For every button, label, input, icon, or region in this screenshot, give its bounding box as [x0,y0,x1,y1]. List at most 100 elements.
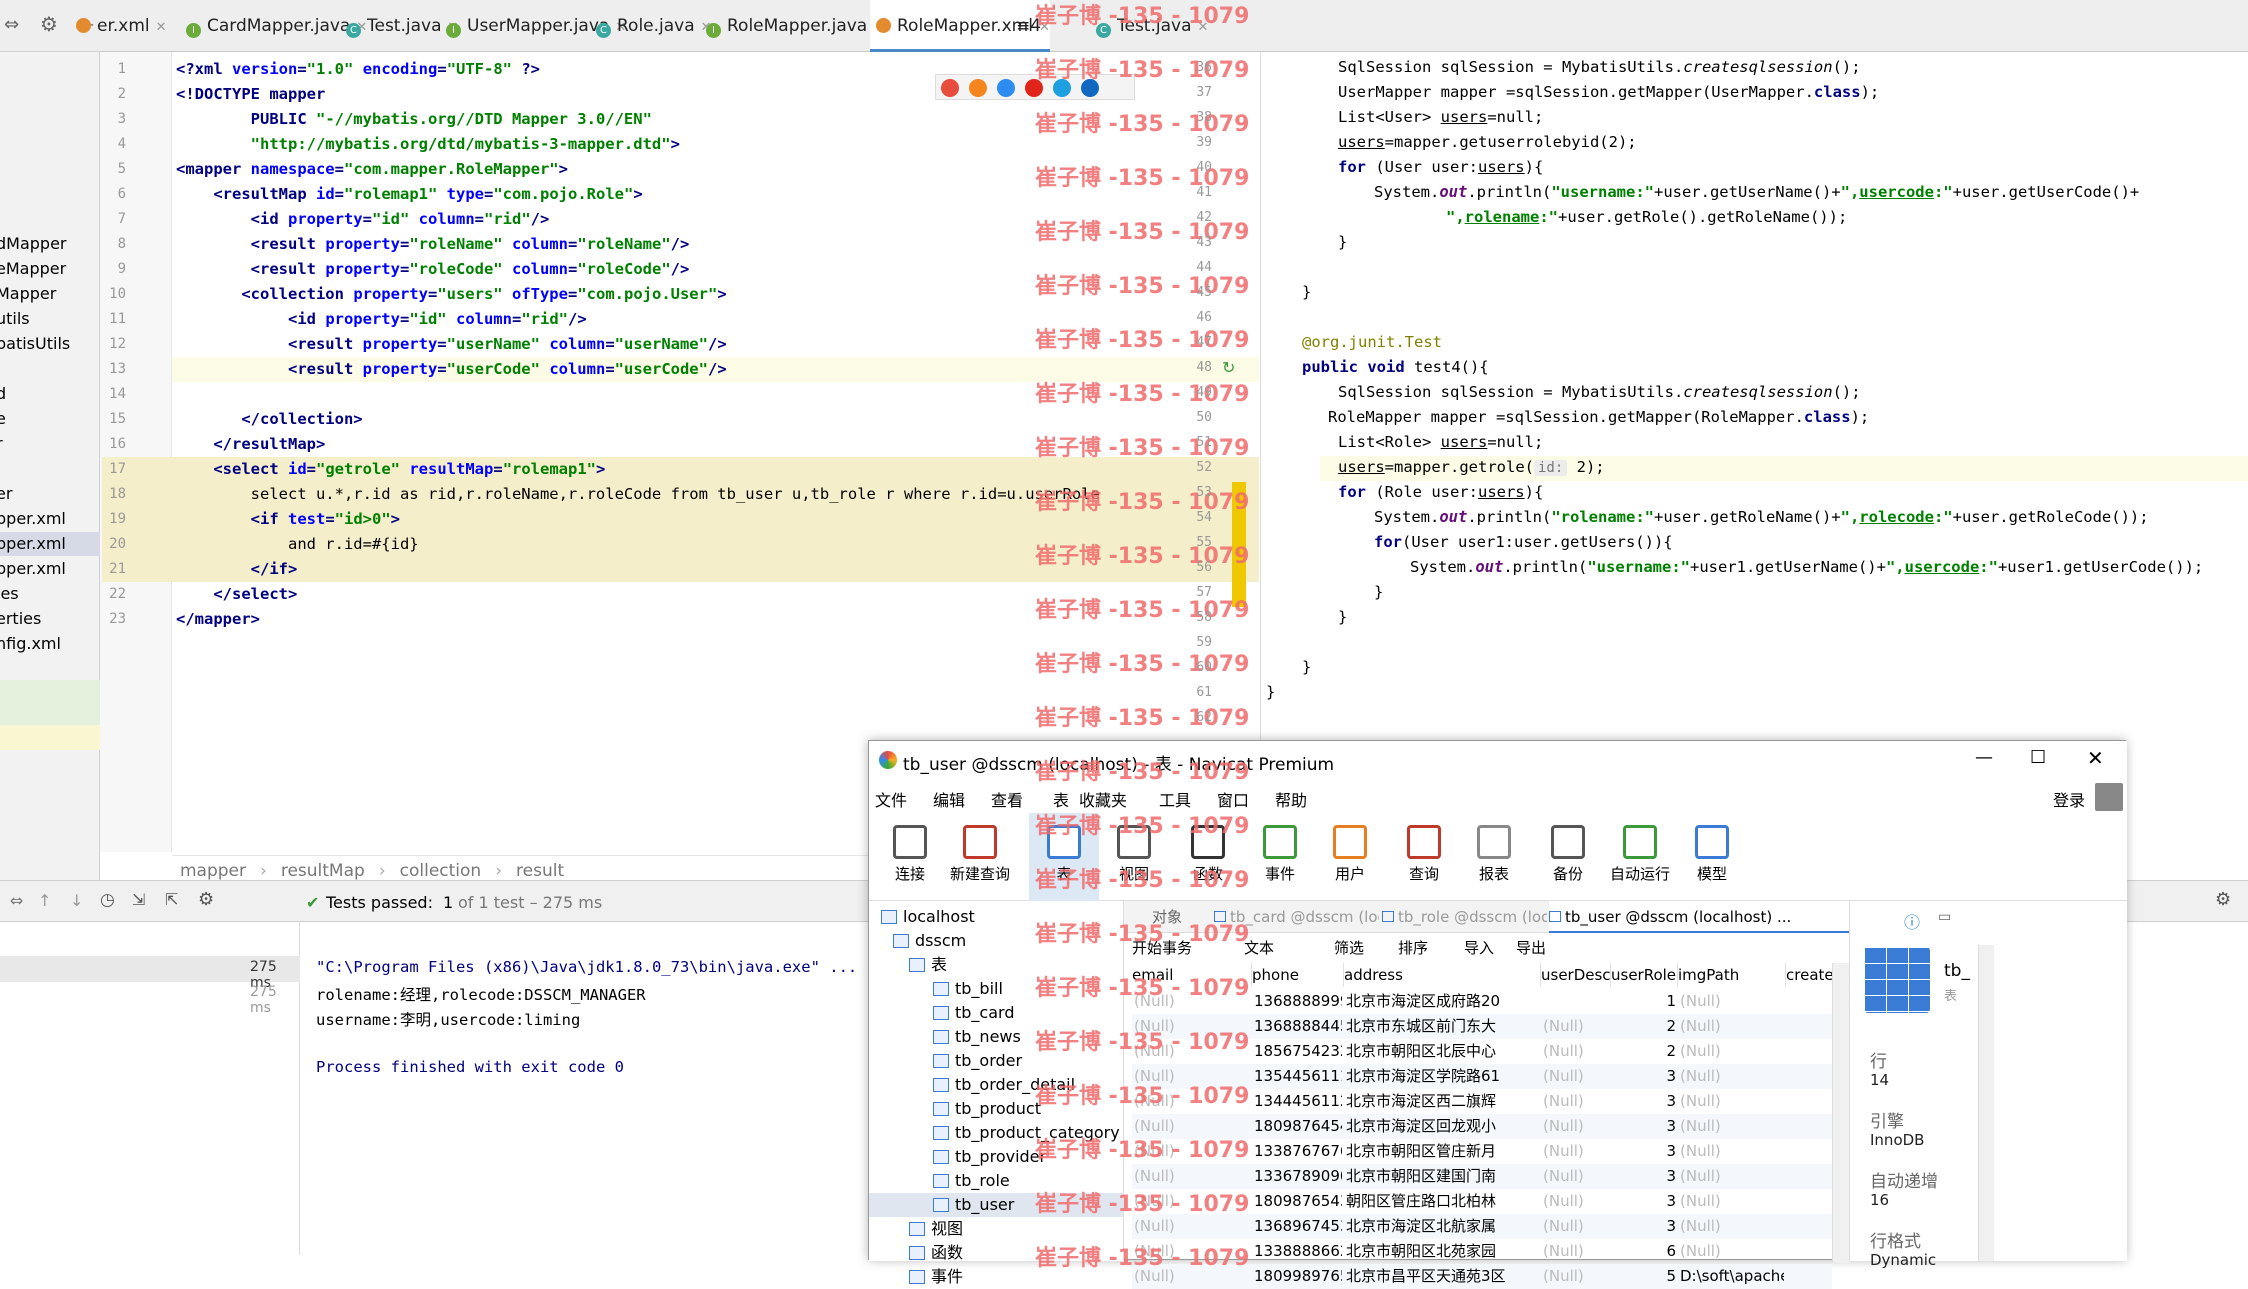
close-button[interactable]: ✕ [2087,746,2104,770]
toolbar-9[interactable]: 备份 [1533,813,1603,901]
grid-cell[interactable]: 3 [1613,1089,1676,1114]
grid-cell[interactable]: 2 [1613,1039,1676,1064]
up-arrow-icon[interactable]: ↑ [38,891,51,910]
info-icon[interactable]: ⓘ [1904,909,1920,933]
tree-dsscm[interactable]: dsscm [893,929,966,953]
tree-table[interactable]: tb_news [933,1025,1021,1049]
grid-cell[interactable]: 北京市东城区前门东大 [1346,1014,1539,1039]
run-test-icon[interactable]: ↻ [1222,358,1235,377]
grid-cell[interactable]: 13689674534 [1254,1214,1342,1239]
project-item[interactable]: e [0,407,100,431]
menu-2[interactable]: 查看 [991,787,1023,811]
grid-cell[interactable]: (Null) [1543,1064,1609,1089]
grid-cell[interactable]: (Null) [1680,1139,1784,1164]
grid-cell[interactable]: 6 [1613,1239,1676,1264]
gear-icon[interactable]: ⚙ [40,12,58,36]
grid-cell[interactable]: (Null) [1680,1014,1784,1039]
grid-cell[interactable]: 13444561124 [1254,1089,1342,1114]
menu-7[interactable]: 帮助 [1275,787,1307,811]
project-item[interactable]: r [0,432,100,456]
grid-cell[interactable]: (Null) [1680,1039,1784,1064]
grid-cell[interactable]: 3 [1613,1189,1676,1214]
grid-cell[interactable]: 北京市海淀区北航家属 [1346,1214,1539,1239]
grid-cell[interactable]: (Null) [1680,989,1784,1014]
close-icon[interactable]: ✕ [156,20,167,35]
grid-cell[interactable]: (Null) [1680,1064,1784,1089]
grid-cell[interactable]: (Null) [1543,1214,1609,1239]
project-item[interactable]: erties [0,607,100,631]
chrome-icon[interactable] [941,79,959,97]
tree-table[interactable]: tb_role [933,1169,1010,1193]
project-item[interactable]: pper.xml [0,507,100,531]
grid-cell[interactable]: (Null) [1543,1264,1609,1289]
grid-cell[interactable]: 北京市海淀区西二旗辉 [1346,1089,1539,1114]
project-item[interactable]: pper.xml [0,557,100,581]
tab-5[interactable]: IRoleMapper.java✕ [700,0,884,52]
toolbar-1[interactable]: 新建查询 [945,813,1015,901]
column-header[interactable]: phone [1252,963,1344,987]
tree-table[interactable]: tb_provider [933,1145,1046,1169]
down-arrow-icon[interactable]: ↓ [70,891,83,910]
grid-cell[interactable]: (Null) [1680,1089,1784,1114]
breadcrumb-item[interactable]: mapper [180,861,246,881]
layout-icon[interactable]: ⇔ [10,891,23,910]
column-header[interactable]: userRole [1611,963,1678,987]
grid-cell[interactable]: 北京市朝阳区建国门南 [1346,1164,1539,1189]
grid-cell[interactable]: 3 [1613,1214,1676,1239]
object-tab[interactable]: tb_role @dsscm (localhost) ... [1382,901,1547,933]
tree-views[interactable]: 视图 [909,1217,963,1241]
firefox-icon[interactable] [969,79,987,97]
tree-events[interactable]: 事件 [909,1265,963,1289]
grid-cell[interactable]: (Null) [1680,1114,1784,1139]
export-icon[interactable]: ⇱ [165,890,178,909]
login-link[interactable]: 登录 [2053,787,2085,811]
grid-scrollbar[interactable] [1832,963,1849,1263]
tab-4[interactable]: CRole.java✕ [590,0,712,52]
panel-gear-icon[interactable]: ⚙ [2215,889,2231,910]
grid-cell[interactable]: D:\soft\apache-tomc [1680,1264,1784,1289]
project-item[interactable]: batisUtils [0,332,100,356]
grid-cell[interactable]: (Null) [1543,1164,1609,1189]
grid-cell[interactable]: 13688884457 [1254,1014,1342,1039]
grid-cell[interactable]: (Null) [1543,1089,1609,1114]
breadcrumb-item[interactable]: result [516,861,564,881]
tree-tables[interactable]: 表 [909,953,947,977]
project-item[interactable]: utils [0,307,100,331]
grid-cell[interactable]: 北京市海淀区学院路61 [1346,1064,1539,1089]
grid-cell[interactable]: (Null) [1680,1214,1784,1239]
grid-tool-2[interactable]: 筛选 [1334,937,1364,958]
grid-cell[interactable]: 13688889999 [1254,989,1342,1014]
grid-cell[interactable]: 北京市海淀区成府路20 [1346,989,1539,1014]
project-item[interactable]: d [0,382,100,406]
grid-cell[interactable]: 北京市昌平区天通苑3区 [1346,1264,1539,1289]
grid-cell[interactable]: 13387676765 [1254,1139,1342,1164]
grid-tool-3[interactable]: 排序 [1398,937,1428,958]
grid-cell[interactable]: (Null) [1543,1114,1609,1139]
grid-cell[interactable]: 北京市朝阳区北苑家园 [1346,1239,1539,1264]
ddl-icon[interactable]: ▭ [1938,909,1951,925]
grid-cell[interactable]: 5 [1613,1264,1676,1289]
grid-cell[interactable]: (Null) [1543,1039,1609,1064]
toolbar-11[interactable]: 模型 [1677,813,1747,901]
project-item[interactable]: ies [0,582,100,606]
info-scrollbar[interactable] [1978,945,1994,1261]
grid-cell[interactable]: (Null) [1543,1139,1609,1164]
settings-icon[interactable]: ⚙ [198,889,214,910]
safari-icon[interactable] [997,79,1015,97]
object-tab[interactable]: tb_user @dsscm (localhost) ... [1549,901,1849,933]
grid-tool-5[interactable]: 导出 [1516,937,1546,958]
grid-cell[interactable]: 18099897657 [1254,1264,1342,1289]
grid-cell[interactable] [1543,989,1609,1014]
breadcrumb-item[interactable]: resultMap [281,861,365,881]
maximize-button[interactable]: ☐ [2030,747,2046,768]
grid-cell[interactable]: 北京市朝阳区北辰中心 [1346,1039,1539,1064]
grid-cell[interactable]: 18567542321 [1254,1039,1342,1064]
grid-cell[interactable]: 13388886623 [1254,1239,1342,1264]
grid-cell[interactable]: 3 [1613,1064,1676,1089]
grid-cell[interactable]: 北京市海淀区回龙观小 [1346,1114,1539,1139]
project-item[interactable]: nfig.xml [0,632,100,656]
grid-cell[interactable]: 北京市朝阳区管庄新月 [1346,1139,1539,1164]
grid-cell[interactable]: (Null) [1680,1239,1784,1264]
grid-cell[interactable]: (Null) [1543,1014,1609,1039]
grid-cell[interactable]: 1 [1613,989,1676,1014]
